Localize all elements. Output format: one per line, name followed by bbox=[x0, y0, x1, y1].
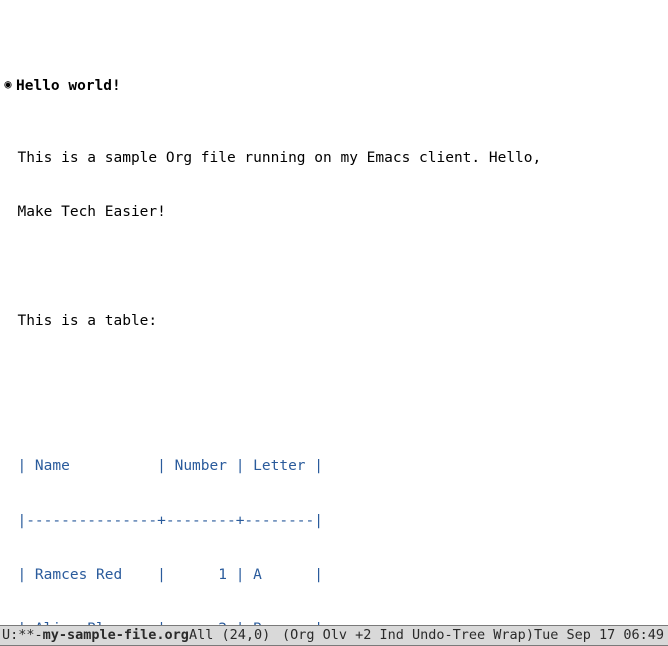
emacs-buffer[interactable]: ◉Hello world! This is a sample Org file … bbox=[0, 0, 668, 646]
heading-1-title: Hello world! bbox=[16, 78, 121, 94]
body-text[interactable]: Make Tech Easier! bbox=[0, 203, 668, 221]
body-text[interactable]: This is a sample Org file running on my … bbox=[0, 149, 668, 167]
mode-line-position: All (24,0) bbox=[189, 627, 270, 644]
org-table-row[interactable]: | Ramces Red | 1 | A | bbox=[0, 566, 668, 584]
org-table-header[interactable]: | Name | Number | Letter | bbox=[0, 457, 668, 475]
body-text[interactable]: This is a table: bbox=[0, 312, 668, 330]
mode-line-modes: (Org Olv +2 Ind Undo-Tree Wrap) bbox=[282, 627, 534, 644]
mode-line-status: U:**- bbox=[2, 627, 43, 644]
mode-line[interactable]: U:**- my-sample-file.org All (24,0) (Org… bbox=[0, 625, 668, 646]
org-heading-1[interactable]: ◉Hello world! bbox=[0, 77, 668, 95]
mode-line-buffer-name[interactable]: my-sample-file.org bbox=[43, 627, 189, 644]
blank-line[interactable] bbox=[0, 367, 668, 385]
heading-bullet-icon: ◉ bbox=[0, 77, 16, 92]
org-table-separator[interactable]: |---------------+--------+--------| bbox=[0, 512, 668, 530]
mode-line-time: Tue Sep 17 06:49 bbox=[534, 627, 664, 644]
blank-line[interactable] bbox=[0, 258, 668, 276]
